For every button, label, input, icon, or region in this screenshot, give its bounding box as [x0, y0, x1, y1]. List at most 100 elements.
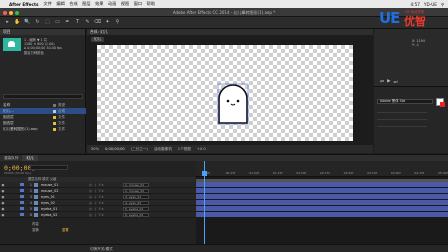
menu-view[interactable]: 视图: [121, 1, 129, 7]
layer-number: 4: [29, 200, 32, 205]
pin-tool-icon[interactable]: ⚲: [114, 19, 121, 26]
parent-dropdown[interactable]: 2. mouse_02: [123, 188, 149, 193]
layer-row[interactable]: ● 6 eyeba_02 ◎ / fx 6. eyeba_02: [0, 212, 195, 218]
play-icon[interactable]: ▶: [387, 79, 390, 85]
transform-property[interactable]: 变换 重置: [0, 227, 195, 233]
ghost-character-icon[interactable]: [217, 83, 249, 125]
exposure-value[interactable]: +0.0: [197, 147, 206, 151]
eraser-tool-icon[interactable]: ⌫: [94, 19, 101, 26]
menu-window[interactable]: 窗口: [134, 1, 142, 7]
rotate-tool-icon[interactable]: ↻: [34, 19, 41, 26]
visibility-eye-icon[interactable]: ●: [0, 183, 6, 187]
selection-tool-icon[interactable]: ▸: [4, 19, 11, 26]
label-color-swatch[interactable]: [53, 103, 56, 107]
layer-name[interactable]: mouse_02: [41, 189, 89, 193]
type-tool-icon[interactable]: T: [74, 19, 81, 26]
ruler-tick-label: 04:15f: [414, 171, 425, 175]
search-icon[interactable]: ⚲: [441, 2, 444, 7]
layer-duration-bar[interactable]: [196, 212, 448, 218]
font-dropdown[interactable]: Adobe 黑体 Std: [377, 99, 433, 104]
menu-help[interactable]: 帮助: [147, 1, 155, 7]
tracking-field[interactable]: [377, 116, 427, 120]
layer-tracks: [196, 182, 448, 218]
parent-dropdown[interactable]: 6. eyeba_02: [123, 212, 149, 217]
parent-dropdown[interactable]: 5. eyeba_01: [123, 206, 149, 211]
parent-dropdown[interactable]: 4. eyes_02: [123, 200, 149, 205]
visibility-eye-icon[interactable]: ●: [0, 207, 6, 211]
layer-number: 1: [29, 182, 32, 187]
layer-number: 5: [29, 206, 32, 211]
app-name-menu[interactable]: After Effects: [9, 2, 39, 7]
label-color-swatch[interactable]: [53, 109, 56, 113]
camera-tool-icon[interactable]: ⬚: [44, 19, 51, 26]
tab-comp[interactable]: 幻儿: [22, 155, 38, 161]
menu-edit[interactable]: 编辑: [56, 1, 64, 7]
first-frame-icon[interactable]: ⏮: [380, 79, 384, 85]
layer-name[interactable]: eyes_02: [41, 201, 89, 205]
layer-search-input[interactable]: [30, 165, 68, 170]
last-frame-icon[interactable]: ⏭: [394, 79, 398, 85]
menu-effect[interactable]: 效果: [95, 1, 103, 7]
parent-dropdown[interactable]: 1. mouse_01: [123, 182, 149, 187]
shape-layer-icon: [34, 194, 38, 199]
comp-name-button[interactable]: 幻儿: [91, 37, 105, 42]
brush-tool-icon[interactable]: ✎: [84, 19, 91, 26]
layer-name[interactable]: eyeba_01: [41, 207, 89, 211]
project-panel: 项目 1 - 幽默 ▼ 1 共 1280 × 800 (1.00) Δ 0;00…: [0, 29, 86, 153]
tab-render-queue[interactable]: 渲染队列: [0, 155, 22, 161]
resolution-dropdown[interactable]: (二分之一): [131, 147, 148, 152]
parent-dropdown[interactable]: 3. eyes_01: [123, 194, 149, 199]
clock[interactable]: 4:57: [411, 2, 420, 7]
layer-name[interactable]: mouse_01: [41, 183, 89, 187]
layer-switches[interactable]: ◎ / fx: [89, 213, 123, 217]
shape-layer-icon: [34, 200, 38, 205]
menu-composition[interactable]: 合成: [69, 1, 77, 7]
menu-animation[interactable]: 动画: [108, 1, 116, 7]
playhead[interactable]: [202, 161, 207, 245]
hand-tool-icon[interactable]: ✋: [14, 19, 21, 26]
layer-switches[interactable]: ◎ / fx: [89, 207, 123, 211]
label-color-swatch[interactable]: [53, 127, 56, 131]
composition-canvas[interactable]: [97, 45, 353, 141]
project-item-name: 幻儿晕转图形(1).aep: [3, 127, 38, 131]
project-item[interactable]: 幻儿晕转图形(1).aep 文件: [0, 126, 86, 132]
layer-switches[interactable]: ◎ / fx: [89, 189, 123, 193]
pen-tool-icon[interactable]: ✒: [64, 19, 71, 26]
timeline-footer[interactable]: 切换开关/模式: [0, 244, 448, 252]
visibility-eye-icon[interactable]: ●: [0, 189, 6, 193]
fill-color-swatch[interactable]: [436, 98, 445, 107]
playhead-handle[interactable]: [202, 171, 207, 176]
project-tab[interactable]: 项目: [0, 29, 85, 35]
visibility-eye-icon[interactable]: ●: [0, 213, 6, 217]
layer-switches[interactable]: ◎ / fx: [89, 183, 123, 187]
user-name[interactable]: YD-UE: [424, 2, 437, 7]
label-color-swatch[interactable]: [53, 115, 56, 119]
composition-tab[interactable]: 合成: 幻儿: [87, 29, 373, 35]
layer-name[interactable]: eyes_01: [41, 195, 89, 199]
layer-switches[interactable]: ◎ / fx: [89, 195, 123, 199]
stroke-field[interactable]: [377, 123, 427, 127]
menu-file[interactable]: 文件: [44, 1, 52, 7]
timeline-panel: 渲染队列 幻儿 0;00;00;00 00000 (30.00 fps) 图层名…: [0, 154, 448, 252]
camera-dropdown[interactable]: 活动摄像机: [154, 147, 172, 152]
stroke-color-swatch[interactable]: [440, 102, 445, 107]
font-size-field[interactable]: [377, 109, 427, 113]
visibility-eye-icon[interactable]: ●: [0, 195, 6, 199]
info-y: Y: -1: [412, 43, 420, 48]
zoom-tool-icon[interactable]: 🔍: [24, 19, 31, 26]
time-ruler[interactable]: 0;00f00:15f01:00f01:15f02:00f02:15f03:00…: [196, 161, 448, 177]
menu-layer[interactable]: 图层: [82, 1, 90, 7]
reset-link[interactable]: 重置: [62, 228, 69, 232]
layer-name[interactable]: eyeba_02: [41, 213, 89, 217]
project-search-input[interactable]: [3, 94, 83, 99]
zoom-dropdown[interactable]: 50%: [91, 147, 99, 151]
ruler-tick-label: 01:00f: [249, 171, 259, 175]
viewer-timecode[interactable]: 0;00;00;00: [105, 147, 125, 151]
views-dropdown[interactable]: 1个视图: [178, 147, 191, 152]
visibility-eye-icon[interactable]: ●: [0, 201, 6, 205]
puppet-tool-icon[interactable]: ✦: [104, 19, 111, 26]
label-color-swatch[interactable]: [53, 121, 56, 125]
layer-switches[interactable]: ◎ / fx: [89, 201, 123, 205]
rectangle-tool-icon[interactable]: ▭: [54, 19, 61, 26]
timeline-graph[interactable]: 0;00f00:15f01:00f01:15f02:00f02:15f03:00…: [196, 161, 448, 245]
